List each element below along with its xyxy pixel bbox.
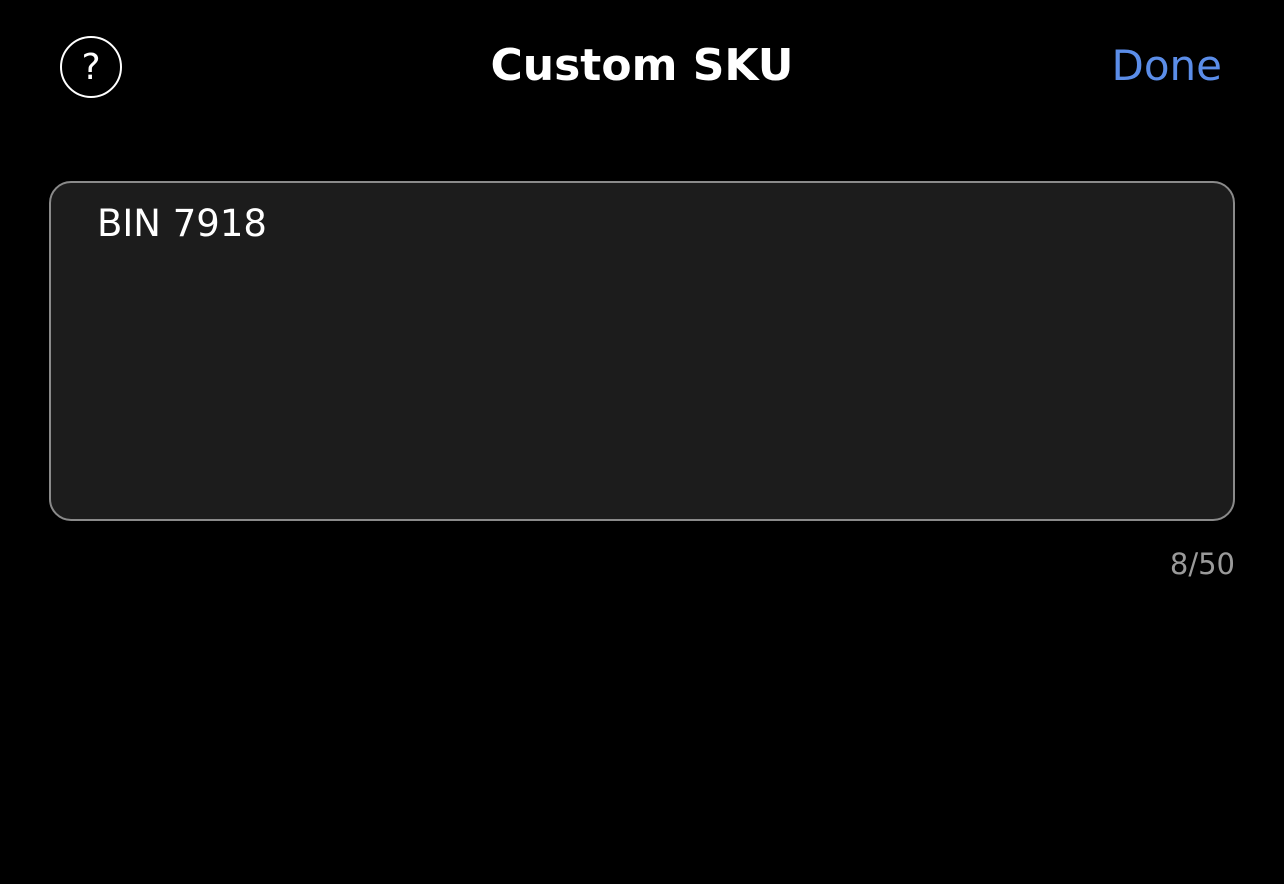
done-button[interactable]: Done — [1112, 38, 1223, 94]
question-mark-icon: ? — [81, 46, 101, 88]
page-title: Custom SKU — [490, 40, 794, 91]
top-bar: ? Custom SKU Done — [0, 0, 1284, 136]
sku-text-area-container: BIN 7918 — [49, 181, 1235, 521]
help-button[interactable]: ? — [60, 36, 122, 98]
custom-sku-input[interactable]: BIN 7918 — [97, 201, 1187, 501]
character-counter: 8/50 — [1169, 547, 1235, 581]
